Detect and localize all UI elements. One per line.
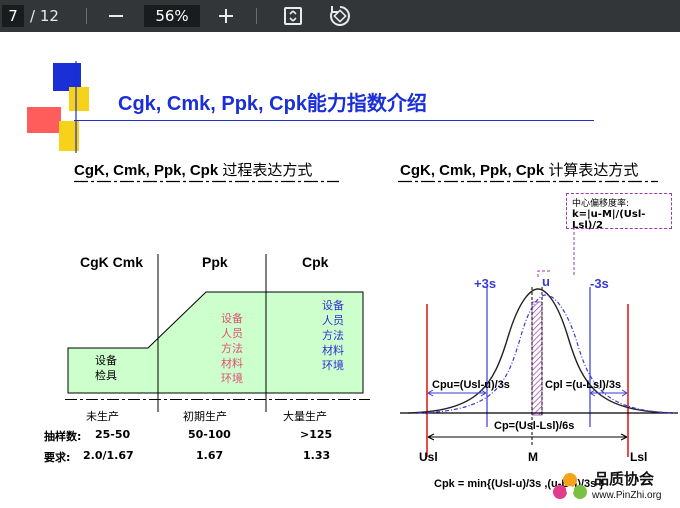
plus-3s-label: +3s	[474, 276, 497, 291]
rotate-icon	[330, 6, 350, 26]
zoom-in-button[interactable]	[218, 0, 238, 32]
total-pages-label: / 12	[30, 7, 59, 25]
slide-page: Cgk, Cmk, Ppk, Cpk能力指数介绍 CgK, Cmk, Ppk, …	[0, 32, 680, 508]
page-number-input[interactable]: 7	[2, 5, 24, 27]
sample-size-value: >125	[300, 428, 333, 441]
watermark-name: 品质协会	[594, 470, 655, 488]
cpu-formula: Cpu=(Usl-u)/3s	[432, 379, 510, 391]
right-subtitle: CgK, Cmk, Ppk, Cpk 计算表达方式	[400, 159, 638, 180]
minus-icon	[109, 15, 123, 17]
zoom-level-input[interactable]: 56%	[144, 5, 200, 27]
cpl-formula: Cpl =(u-Lsl)/3s	[545, 379, 622, 391]
phase-dashed-line	[65, 399, 370, 400]
stage2-item: 环境	[221, 372, 243, 385]
stage-header-cpk: Cpk	[302, 254, 329, 270]
left-subtitle: CgK, Cmk, Ppk, Cpk 过程表达方式	[74, 159, 312, 180]
toolbar-divider	[256, 8, 257, 24]
lsl-label: Lsl	[630, 450, 648, 464]
mean-u-label: u	[542, 274, 550, 289]
watermark-url: www.PinZhi.org	[592, 490, 662, 501]
offset-rate-callout: 中心偏移度率: k=|u-M|/(Usl-Lsl)/2	[566, 193, 672, 231]
left-subtitle-underline	[74, 180, 339, 183]
sample-size-value: 25-50	[95, 428, 131, 441]
stage3-item: 方法	[322, 329, 344, 342]
right-subtitle-cn: 计算表达方式	[548, 162, 639, 179]
stage1-items: 设备 检具	[86, 353, 126, 383]
sample-size-value: 50-100	[188, 428, 231, 441]
cp-formula: Cp=(Usl-Lsl)/6s	[494, 420, 575, 432]
slide-decoration-icon	[27, 61, 89, 153]
requirement-value: 2.0/1.67	[83, 449, 134, 462]
stage1-item: 设备	[95, 354, 117, 367]
right-subtitle-en: CgK, Cmk, Ppk, Cpk	[400, 162, 545, 179]
stage-header-ppk: Ppk	[202, 254, 228, 270]
stage3-item: 环境	[322, 359, 344, 372]
sample-size-label: 抽样数:	[44, 430, 82, 443]
stage2-item: 人员	[221, 327, 243, 340]
stage3-item: 人员	[322, 314, 344, 327]
toolbar-divider	[86, 8, 87, 24]
minus-3s-label: -3s	[590, 276, 609, 291]
stage2-item: 方法	[221, 342, 243, 355]
stage2-items: 设备 人员 方法 材料 环境	[212, 311, 252, 386]
phase-label: 初期生产	[183, 410, 227, 423]
plus-icon	[219, 9, 233, 23]
left-subtitle-en: CgK, Cmk, Ppk, Cpk	[74, 162, 219, 179]
stage2-item: 设备	[221, 312, 243, 325]
callout-title: 中心偏移度率:	[572, 199, 630, 209]
fit-page-button[interactable]	[283, 0, 305, 32]
phase-label: 大量生产	[283, 410, 327, 423]
stage3-item: 材料	[322, 344, 344, 357]
phase-label: 未生产	[86, 410, 119, 423]
pdf-toolbar: 7 / 12 56%	[0, 0, 680, 32]
left-subtitle-cn: 过程表达方式	[222, 162, 313, 179]
target-m-label: M	[528, 450, 538, 464]
rotate-button[interactable]	[329, 0, 351, 32]
requirement-value: 1.33	[303, 449, 331, 462]
requirement-value: 1.67	[196, 449, 224, 462]
stage-header-cgk-cmk: CgK Cmk	[80, 254, 144, 270]
stage3-items: 设备 人员 方法 材料 环境	[313, 298, 353, 373]
requirement-label: 要求:	[44, 451, 71, 464]
fit-to-page-icon	[284, 7, 302, 25]
stage3-item: 设备	[322, 299, 344, 312]
pinzhi-logo-icon	[553, 473, 587, 499]
zoom-out-button[interactable]	[106, 0, 126, 32]
stage2-item: 材料	[221, 357, 243, 370]
right-subtitle-underline	[398, 180, 658, 183]
usl-label: Usl	[419, 450, 438, 464]
stage1-item: 检具	[95, 369, 117, 382]
normal-distribution-diagram	[400, 227, 678, 457]
slide-title: Cgk, Cmk, Ppk, Cpk能力指数介绍	[118, 93, 427, 115]
title-underline	[74, 120, 594, 121]
